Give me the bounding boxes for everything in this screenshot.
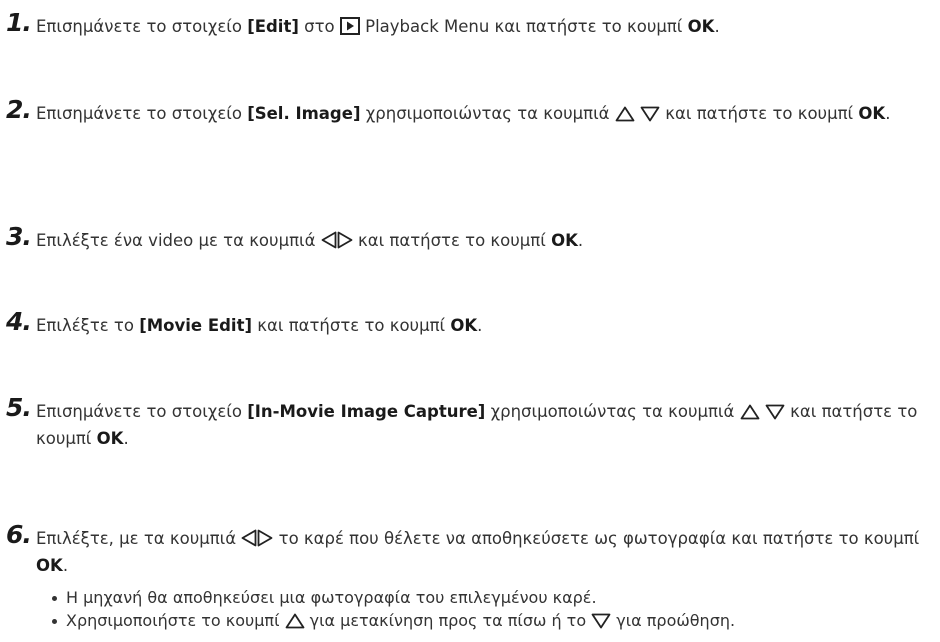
- text-fragment: Επιλέξτε το: [36, 316, 140, 335]
- text-fragment: .: [123, 429, 129, 448]
- text-fragment: για προώθηση.: [611, 611, 736, 630]
- step-text: Επιλέξτε το [Movie Edit] και πατήστε το …: [36, 312, 934, 339]
- step-text: Επισημάνετε το στοιχείο [In-Movie Image …: [36, 398, 934, 452]
- text-fragment: Επισημάνετε το στοιχείο: [36, 402, 248, 421]
- step-3: 3. Επιλέξτε ένα video με τα κουμπιά και …: [6, 222, 934, 254]
- step-text: Επιλέξτε ένα video με τα κουμπιά και πατ…: [36, 227, 934, 254]
- text-fragment: Playback Menu και πατήστε το κουμπί: [359, 17, 688, 36]
- ok-label: OK: [858, 104, 886, 123]
- text-fragment: .: [577, 231, 584, 250]
- text-fragment: το καρέ που θέλετε να αποθηκεύσετε ως φω…: [273, 529, 920, 548]
- step-number: 3.: [6, 222, 32, 251]
- text-fragment: για μετακίνηση προς τα πίσω ή το: [304, 611, 592, 630]
- step-6: 6. Επιλέξτε, με τα κουμπιά το καρέ που θ…: [6, 520, 934, 632]
- step-text: Επιλέξτε, με τα κουμπιά το καρέ που θέλε…: [36, 525, 934, 579]
- step-text: Επισημάνετε το στοιχείο [Edit] στο Playb…: [36, 13, 934, 40]
- step-4: 4. Επιλέξτε το [Movie Edit] και πατήστε …: [6, 307, 934, 339]
- step-text: Επισημάνετε το στοιχείο [Sel. Image] χρη…: [36, 100, 934, 127]
- right-triangle-icon: [337, 231, 353, 249]
- step-1: 1. Επισημάνετε το στοιχείο [Edit] στο Pl…: [6, 8, 934, 40]
- text-fragment: Η μηχανή θα αποθηκεύσει μια φωτογραφία τ…: [66, 588, 597, 607]
- up-triangle-icon: [740, 404, 760, 420]
- menu-item-label: [In-Movie Image Capture]: [247, 402, 486, 421]
- step-number: 6.: [6, 520, 32, 549]
- text-fragment: Χρησιμοποιήστε το κουμπί: [66, 611, 285, 630]
- ok-label: OK: [36, 556, 63, 575]
- menu-item-label: [Movie Edit]: [139, 316, 253, 335]
- text-fragment: .: [885, 104, 891, 123]
- right-triangle-icon: [257, 529, 273, 547]
- down-triangle-icon: [765, 404, 785, 420]
- menu-item-label: [Edit]: [247, 17, 299, 36]
- text-fragment: Επιλέξτε, με τα κουμπιά: [36, 529, 242, 548]
- step-6-notes: Η μηχανή θα αποθηκεύσει μια φωτογραφία τ…: [52, 586, 934, 632]
- list-item: Χρησιμοποιήστε το κουμπί για μετακίνηση …: [52, 609, 934, 632]
- ok-label: OK: [687, 17, 715, 36]
- step-number: 2.: [6, 95, 32, 124]
- text-fragment: Επισημάνετε το στοιχείο: [36, 104, 248, 123]
- left-triangle-icon: [321, 231, 337, 249]
- step-number: 5.: [6, 393, 32, 422]
- text-fragment: .: [477, 316, 483, 335]
- down-triangle-icon: [640, 106, 660, 122]
- text-fragment: χρησιμοποιώντας τα κουμπιά: [360, 104, 615, 123]
- step-number: 4.: [6, 307, 32, 336]
- text-fragment: χρησιμοποιώντας τα κουμπιά: [485, 402, 740, 421]
- up-triangle-icon: [615, 106, 635, 122]
- text-fragment: .: [62, 556, 69, 575]
- text-fragment: και πατήστε το κουμπί: [660, 104, 859, 123]
- text-fragment: Επιλέξτε ένα video με τα κουμπιά: [36, 231, 321, 250]
- ok-label: OK: [96, 429, 124, 448]
- list-item: Η μηχανή θα αποθηκεύσει μια φωτογραφία τ…: [52, 586, 934, 609]
- up-triangle-icon: [285, 613, 304, 629]
- text-fragment: και πατήστε το κουμπί: [252, 316, 451, 335]
- menu-item-label: [Sel. Image]: [247, 104, 361, 123]
- step-2: 2. Επισημάνετε το στοιχείο [Sel. Image] …: [6, 95, 934, 127]
- text-fragment: .: [714, 17, 720, 36]
- step-5: 5. Επισημάνετε το στοιχείο [In-Movie Ima…: [6, 393, 934, 452]
- text-fragment: και πατήστε το κουμπί: [352, 231, 552, 250]
- ok-label: OK: [551, 231, 578, 250]
- ok-label: OK: [450, 316, 478, 335]
- text-fragment: στο: [298, 17, 340, 36]
- text-fragment: Επισημάνετε το στοιχείο: [36, 17, 248, 36]
- playback-menu-icon: [339, 17, 360, 35]
- step-number: 1.: [6, 8, 32, 37]
- down-triangle-icon: [591, 613, 611, 629]
- left-triangle-icon: [241, 529, 257, 547]
